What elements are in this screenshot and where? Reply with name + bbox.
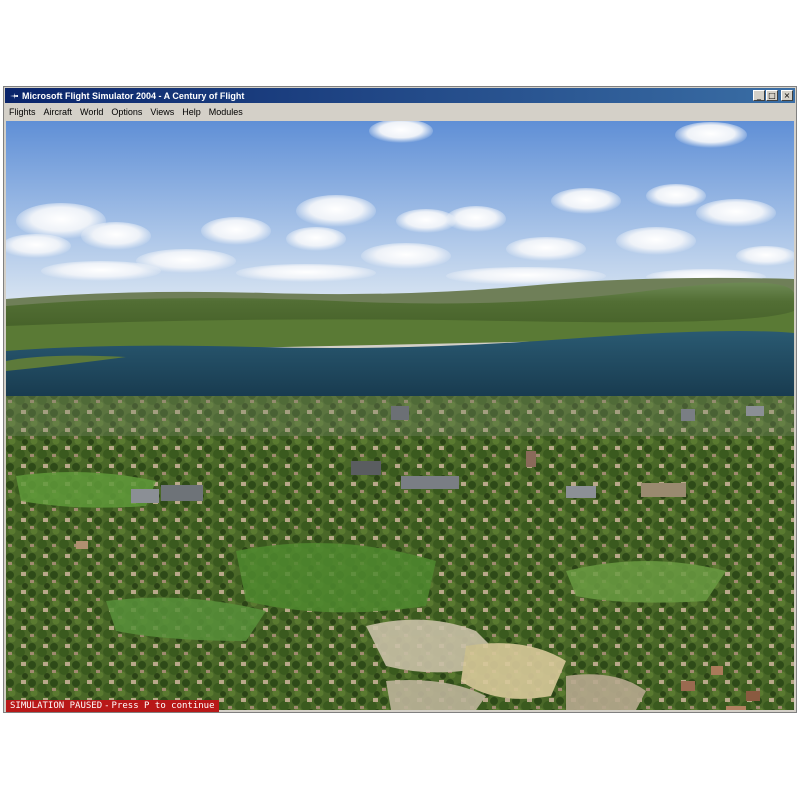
- menu-aircraft[interactable]: Aircraft: [40, 107, 77, 117]
- menu-world[interactable]: World: [76, 107, 107, 117]
- plane-icon: [10, 92, 18, 99]
- menu-flights[interactable]: Flights: [5, 107, 40, 117]
- title-bar[interactable]: Microsoft Flight Simulator 2004 - A Cent…: [5, 88, 795, 103]
- scenery-view: [6, 121, 794, 710]
- app-window: Microsoft Flight Simulator 2004 - A Cent…: [3, 86, 797, 713]
- menu-help[interactable]: Help: [178, 107, 205, 117]
- menu-bar: Flights Aircraft World Options Views Hel…: [5, 104, 795, 120]
- window-title: Microsoft Flight Simulator 2004 - A Cent…: [22, 90, 245, 101]
- menu-options[interactable]: Options: [107, 107, 146, 117]
- pause-hint: Press P to continue: [111, 701, 215, 711]
- pause-label: SIMULATION PAUSED: [10, 701, 103, 711]
- menu-modules[interactable]: Modules: [205, 107, 247, 117]
- maximize-button[interactable]: □: [766, 90, 778, 101]
- close-button[interactable]: ×: [781, 90, 793, 101]
- menu-views[interactable]: Views: [146, 107, 178, 117]
- status-separator: -: [104, 701, 110, 711]
- pause-status: SIMULATION PAUSED - Press P to continue: [6, 700, 219, 712]
- minimize-button[interactable]: _: [753, 90, 765, 101]
- simulation-viewport[interactable]: [6, 121, 794, 710]
